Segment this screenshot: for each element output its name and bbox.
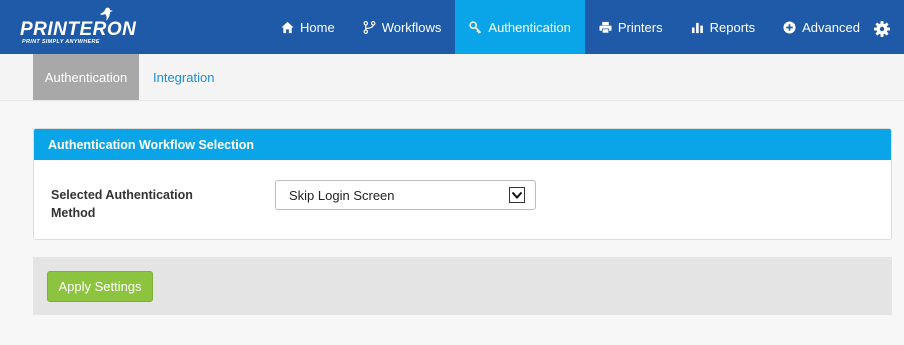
panel-title: Authentication Workflow Selection (34, 129, 891, 160)
top-navigation-bar: PRINTERON PRINT SIMPLY ANYWHERE Home Wor… (0, 0, 904, 54)
apply-settings-button[interactable]: Apply Settings (47, 271, 153, 302)
nav-item-label: Advanced (802, 19, 860, 35)
logo-wordmark: PRINTERON (20, 19, 137, 40)
nav-item-label: Printers (617, 19, 663, 35)
tab-integration[interactable]: Integration (153, 54, 214, 100)
key-icon (469, 20, 482, 34)
plus-circle-icon (783, 20, 796, 34)
sub-tabs: Authentication Integration (0, 54, 904, 101)
gear-icon[interactable] (874, 21, 890, 37)
nav-item-label: Workflows (381, 19, 442, 35)
chevron-down-icon (509, 187, 525, 203)
nav-item-workflows[interactable]: Workflows (349, 0, 456, 54)
main-nav: Home Workflows Authentication Printers R… (267, 0, 874, 54)
nav-item-reports[interactable]: Reports (677, 0, 770, 54)
printer-icon (599, 21, 612, 33)
printeron-logo[interactable]: PRINTERON PRINT SIMPLY ANYWHERE (20, 6, 150, 50)
nav-item-label: Home (300, 19, 335, 35)
apply-settings-bar: Apply Settings (33, 257, 892, 315)
bar-chart-icon (691, 22, 703, 33)
tab-authentication[interactable]: Authentication (33, 54, 139, 100)
auth-method-selected-value: Skip Login Screen (289, 187, 395, 203)
logo-tagline: PRINT SIMPLY ANYWHERE (22, 39, 100, 45)
nav-item-authentication[interactable]: Authentication (455, 0, 585, 54)
auth-workflow-panel: Authentication Workflow Selection Select… (33, 128, 892, 240)
workflow-icon (363, 20, 376, 34)
auth-method-label: Selected Authentication Method (51, 188, 193, 220)
nav-item-home[interactable]: Home (267, 0, 349, 54)
nav-item-printers[interactable]: Printers (585, 0, 677, 54)
home-icon (281, 21, 294, 33)
nav-item-advanced[interactable]: Advanced (769, 0, 874, 54)
nav-item-label: Reports (709, 19, 756, 35)
auth-method-select[interactable]: Skip Login Screen (275, 180, 536, 210)
nav-item-label: Authentication (488, 19, 571, 35)
